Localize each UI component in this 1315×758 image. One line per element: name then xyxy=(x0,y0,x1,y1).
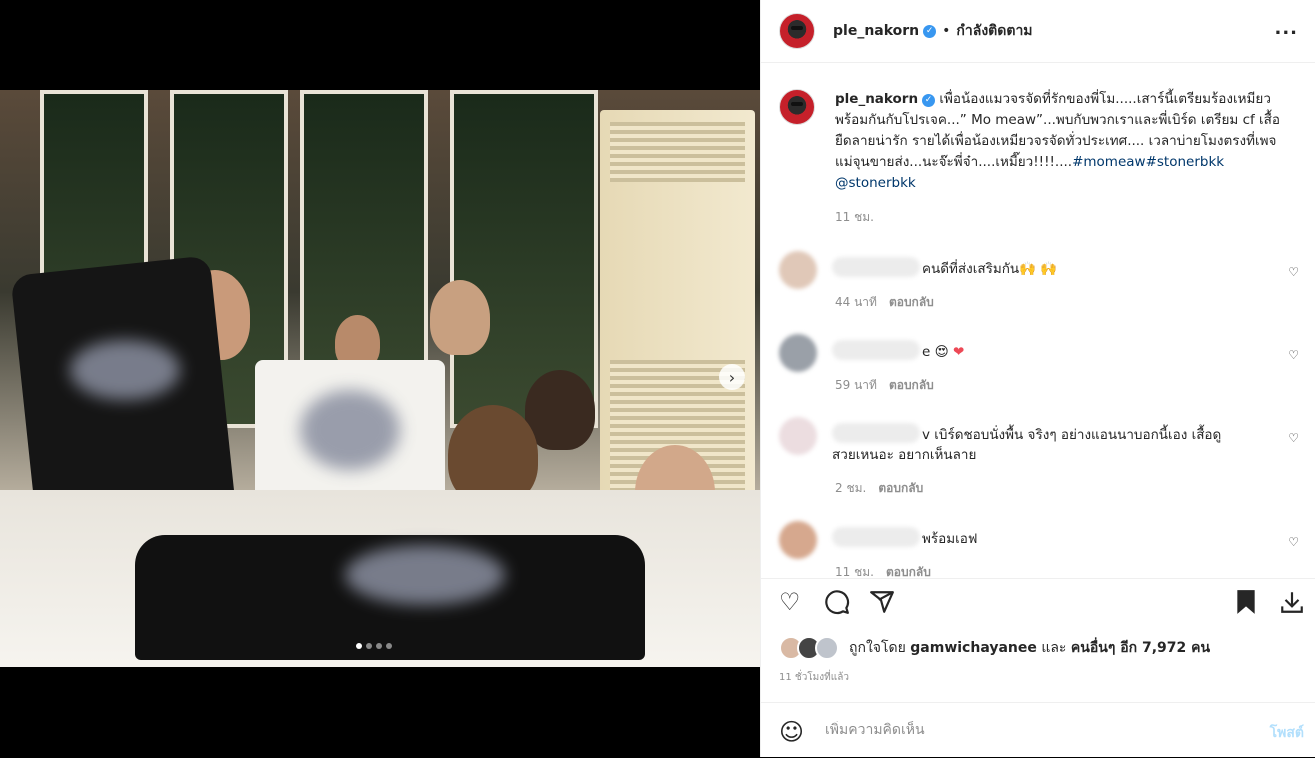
post-header: ple_nakorn ✓ • กำลังติดตาม ... xyxy=(761,0,1315,63)
post-button[interactable]: โพสต์ xyxy=(1270,722,1304,744)
heart-icon[interactable]: ♡ xyxy=(1288,535,1299,549)
next-image-button[interactable]: › xyxy=(719,364,745,390)
comment-icon[interactable] xyxy=(824,589,850,620)
likes-prefix: ถูกใจโดย xyxy=(849,640,906,656)
caption-time: 11 ชม. xyxy=(835,210,874,224)
comment-time: 59 นาที xyxy=(835,378,877,392)
chevron-right-icon: › xyxy=(728,367,736,387)
action-bar: ♡ xyxy=(761,578,1315,629)
blurred-print xyxy=(345,545,505,605)
avatar[interactable] xyxy=(779,521,817,559)
comment: พร้อมเอฟ 11 ชม. ตอบกลับ ♡ xyxy=(779,521,1299,578)
comment: v เบิร์ดชอบนั่งพื้น จริงๆ อย่างแอนนาบอกน… xyxy=(779,417,1299,498)
reply-button[interactable]: ตอบกลับ xyxy=(886,565,931,578)
blurred-print xyxy=(70,340,180,400)
carousel-dot xyxy=(376,643,382,649)
redacted-username xyxy=(832,340,920,360)
verified-icon: ✓ xyxy=(923,24,937,38)
comment-time: 44 นาที xyxy=(835,295,877,309)
bookmark-icon[interactable] xyxy=(1234,589,1258,620)
avatar[interactable] xyxy=(779,13,815,49)
reply-button[interactable]: ตอบกลับ xyxy=(889,295,934,309)
more-options-icon[interactable]: ... xyxy=(1274,18,1298,39)
heart-emoji: ❤ xyxy=(952,344,965,360)
follow-status-button[interactable]: กำลังติดตาม xyxy=(956,20,1032,42)
reply-button[interactable]: ตอบกลับ xyxy=(889,378,934,392)
comment-input[interactable] xyxy=(823,721,1227,739)
avatar[interactable] xyxy=(779,417,817,455)
download-icon[interactable] xyxy=(1279,589,1305,620)
share-icon[interactable] xyxy=(869,589,895,620)
carousel-dot xyxy=(386,643,392,649)
ac-vent xyxy=(610,122,745,182)
likes-others-link[interactable]: คนอื่นๆ อีก 7,972 คน xyxy=(1071,640,1210,656)
caption-username[interactable]: ple_nakorn xyxy=(835,91,918,107)
hashtag-link[interactable]: #momeaw#stonerbkk xyxy=(1072,154,1224,170)
liker-username[interactable]: gamwichayanee xyxy=(910,640,1037,656)
verified-icon: ✓ xyxy=(922,94,936,107)
comment-text: พร้อมเอฟ xyxy=(922,531,978,547)
carousel-dot xyxy=(356,643,362,649)
emoji-icon[interactable]: ☺ xyxy=(779,718,804,746)
post-caption: ple_nakorn ✓ เพื่อน้องแมวจรจัดที่รักของพี… xyxy=(779,89,1289,227)
reply-button[interactable]: ตอบกลับ xyxy=(878,481,923,495)
blurred-print xyxy=(300,390,400,470)
comment: คนดีที่ส่งเสริมกัน🙌 🙌 44 นาที ตอบกลับ ♡ xyxy=(779,251,1299,312)
redacted-username xyxy=(832,423,920,443)
comment-text: e 😍 xyxy=(922,344,949,360)
person xyxy=(430,280,490,355)
heart-icon[interactable]: ♡ xyxy=(1288,265,1299,279)
avatar[interactable] xyxy=(779,89,815,125)
post-panel: ple_nakorn ✓ • กำลังติดตาม ... ple_nakor… xyxy=(760,0,1315,757)
mention-link[interactable]: @stonerbkk xyxy=(835,175,916,191)
post-photo[interactable] xyxy=(0,90,760,667)
comment: e 😍 ❤ 59 นาที ตอบกลับ ♡ xyxy=(779,334,1299,395)
likes-and: และ xyxy=(1041,640,1067,656)
carousel-dot xyxy=(366,643,372,649)
heart-icon[interactable]: ♡ xyxy=(1288,348,1299,362)
heart-icon[interactable]: ♡ xyxy=(1288,431,1299,445)
posted-time: 11 ชั่วโมงที่แล้ว xyxy=(779,672,849,683)
likes-summary: ถูกใจโดย gamwichayanee และ คนอื่นๆ อีก 7… xyxy=(779,636,1210,660)
liker-avatar[interactable] xyxy=(815,636,839,660)
comment-time: 11 ชม. xyxy=(835,565,874,578)
comment-time: 2 ชม. xyxy=(835,481,867,495)
comment-text: คนดีที่ส่งเสริมกัน🙌 🙌 xyxy=(922,261,1058,277)
post-media: › xyxy=(0,0,760,757)
heart-icon[interactable]: ♡ xyxy=(779,589,801,615)
comments-section[interactable]: ple_nakorn ✓ เพื่อน้องแมวจรจัดที่รักของพี… xyxy=(761,63,1315,578)
avatar[interactable] xyxy=(779,251,817,289)
carousel-dots xyxy=(356,643,392,649)
avatar[interactable] xyxy=(779,334,817,372)
redacted-username xyxy=(832,527,920,547)
username[interactable]: ple_nakorn xyxy=(833,23,919,39)
redacted-username xyxy=(832,257,920,277)
add-comment-bar: ☺ โพสต์ xyxy=(761,702,1315,758)
separator: • xyxy=(942,23,951,39)
